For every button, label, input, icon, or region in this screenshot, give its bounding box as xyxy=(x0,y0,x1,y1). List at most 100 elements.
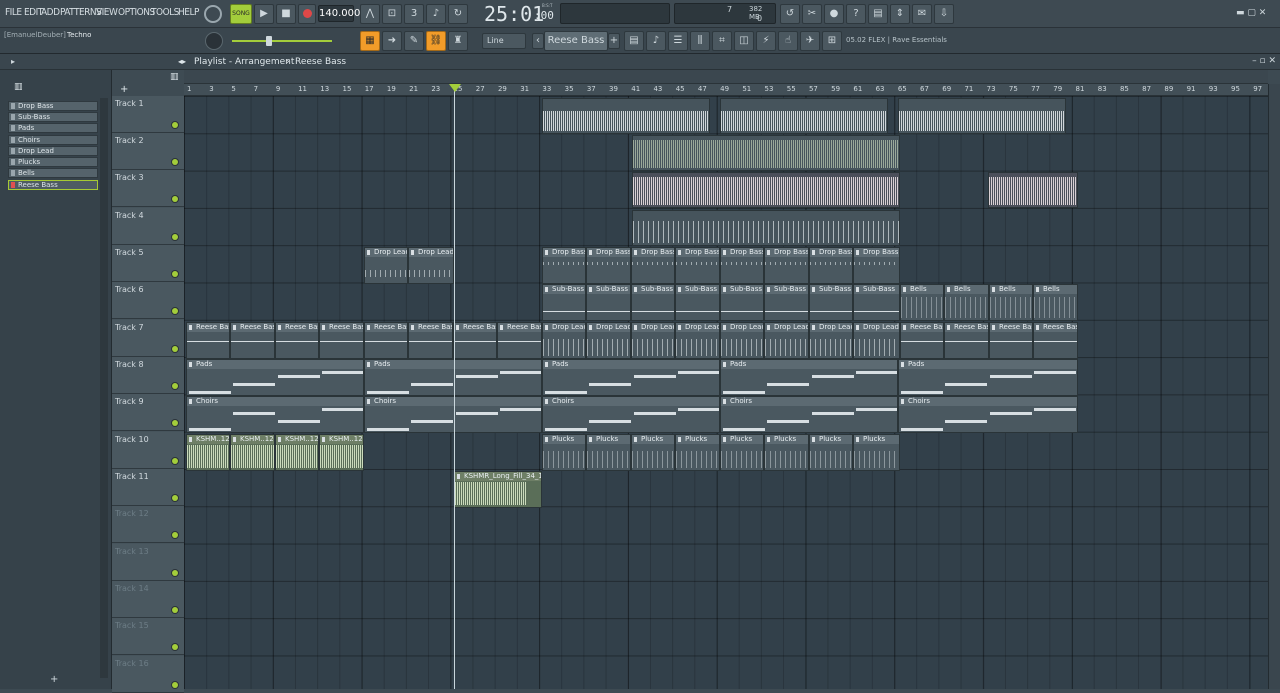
piano-roll-icon[interactable]: ▦ xyxy=(360,31,380,51)
piano-roll-window-icon[interactable]: ♪ xyxy=(646,31,666,51)
track-header[interactable]: Track 1 xyxy=(112,96,184,133)
stamp-icon[interactable]: ♜ xyxy=(448,31,468,51)
audio-clip[interactable]: KSHM..128 xyxy=(230,434,275,471)
pattern-clip[interactable]: Drop Lead xyxy=(764,322,809,359)
pattern-clip[interactable]: Drop Bass xyxy=(675,247,720,284)
track-mute-led[interactable] xyxy=(172,383,178,389)
pattern-clip[interactable]: Drop Bass xyxy=(764,247,809,284)
track-mute-led[interactable] xyxy=(172,644,178,650)
pattern-clip[interactable]: Reese Bass xyxy=(1033,322,1078,359)
song-time-display[interactable]: 25:01 :00 B:S:T xyxy=(484,2,554,26)
pattern-clip[interactable]: Sub-Bass xyxy=(586,284,631,321)
track-mute-led[interactable] xyxy=(172,122,178,128)
track-mute-led[interactable] xyxy=(172,682,178,688)
browser-menu-icon[interactable]: ▸ xyxy=(11,57,15,66)
pattern-clip[interactable]: Bells xyxy=(1033,284,1078,321)
pattern-clip[interactable]: Drop Lead xyxy=(408,247,454,284)
track-mute-led[interactable] xyxy=(172,159,178,165)
pattern-item[interactable]: Plucks xyxy=(8,157,98,167)
track-header[interactable]: Track 10 xyxy=(112,432,184,469)
menu-add[interactable]: ADD xyxy=(41,7,60,18)
pattern-clip[interactable]: Drop Bass xyxy=(586,247,631,284)
pencil-icon[interactable]: ✎ xyxy=(404,31,424,51)
browser-scrollbar[interactable] xyxy=(100,98,108,678)
pattern-clip[interactable]: Bells xyxy=(900,284,944,321)
audio-clip[interactable]: KSHM..128 xyxy=(186,434,230,471)
pattern-clip[interactable]: Drop Bass xyxy=(720,247,764,284)
playlist-grid[interactable]: Drop Lead Drop Lead Drop Bass Drop Bass … xyxy=(184,96,1268,689)
audio-clip[interactable] xyxy=(632,210,900,246)
browser-icon[interactable]: ⌗ xyxy=(712,31,732,51)
pattern-clip[interactable]: Sub-Bass xyxy=(720,284,764,321)
add-track-icon[interactable]: + xyxy=(120,84,128,95)
track-mute-led[interactable] xyxy=(172,196,178,202)
track-header[interactable]: Track 16 xyxy=(112,656,184,693)
pattern-prev-icon[interactable]: ‹ xyxy=(532,33,544,49)
track-mute-led[interactable] xyxy=(172,346,178,352)
pattern-clip[interactable]: Choirs xyxy=(720,396,898,433)
track-mute-led[interactable] xyxy=(172,271,178,277)
pattern-clip[interactable]: Sub-Bass xyxy=(809,284,853,321)
pattern-clip[interactable]: Drop Lead xyxy=(631,322,675,359)
countdown-icon[interactable]: 3 xyxy=(404,4,424,24)
play-button[interactable]: ▶ xyxy=(254,4,274,24)
pattern-clip[interactable]: Drop Bass xyxy=(542,247,586,284)
pattern-clip[interactable]: Choirs xyxy=(186,396,364,433)
pattern-clip[interactable]: Reese Bass xyxy=(186,322,230,359)
pattern-clip[interactable]: Sub-Bass xyxy=(764,284,809,321)
piano-icon[interactable]: ▥ xyxy=(170,72,179,82)
wrench-icon[interactable]: ✈ xyxy=(800,31,820,51)
track-header[interactable]: Track 11 xyxy=(112,469,184,506)
audio-clip[interactable]: KSHM..128 xyxy=(319,434,364,471)
pattern-clip[interactable]: Pads xyxy=(542,359,720,396)
pattern-item[interactable]: Sub-Bass xyxy=(8,112,98,122)
track-mute-led[interactable] xyxy=(172,458,178,464)
track-header[interactable]: Track 15 xyxy=(112,618,184,655)
pattern-clip[interactable]: Plucks xyxy=(542,434,586,471)
master-pitch-knob[interactable] xyxy=(205,32,223,50)
track-mute-led[interactable] xyxy=(172,234,178,240)
export-icon[interactable]: ⇩ xyxy=(934,4,954,24)
audio-clip[interactable]: KSHMR_Long_Fill_34_128 xyxy=(454,471,542,508)
audio-clip[interactable] xyxy=(632,135,900,171)
playlist-overview[interactable] xyxy=(184,70,1268,84)
pattern-clip[interactable]: Choirs xyxy=(542,396,720,433)
track-mute-led[interactable] xyxy=(172,532,178,538)
mic-icon[interactable]: ● xyxy=(824,4,844,24)
pattern-clip[interactable]: Plucks xyxy=(720,434,764,471)
audio-clip[interactable]: KSHM..128 xyxy=(275,434,319,471)
playlist-arrow-icon[interactable]: ◂▸ xyxy=(178,57,186,66)
pattern-clip[interactable]: Drop Lead xyxy=(809,322,853,359)
pattern-item[interactable]: Pads xyxy=(8,123,98,133)
pattern-clip[interactable]: Drop Bass xyxy=(853,247,900,284)
playlist-vertical-scrollbar[interactable] xyxy=(1268,84,1280,689)
pattern-clip[interactable]: Reese Bass xyxy=(944,322,989,359)
pattern-clip[interactable]: Reese Bass xyxy=(453,322,497,359)
pattern-clip[interactable]: Plucks xyxy=(853,434,900,471)
arrow-icon[interactable]: ➜ xyxy=(382,31,402,51)
pattern-clip[interactable]: Bells xyxy=(944,284,989,321)
touch-icon[interactable]: ☝ xyxy=(778,31,798,51)
menu-help[interactable]: HELP xyxy=(178,7,199,18)
link-icon[interactable]: ⛓ xyxy=(426,31,446,51)
pattern-clip[interactable]: Sub-Bass xyxy=(853,284,900,321)
pattern-clip[interactable]: Plucks xyxy=(809,434,853,471)
pattern-clip[interactable]: Choirs xyxy=(364,396,542,433)
pattern-clip[interactable]: Reese Bass xyxy=(900,322,944,359)
audio-clip[interactable] xyxy=(542,98,710,134)
wait-input-icon[interactable]: ⊡ xyxy=(382,4,402,24)
pattern-item[interactable]: Choirs xyxy=(8,135,98,145)
loop-record-icon[interactable]: ↻ xyxy=(448,4,468,24)
pattern-item[interactable]: Drop Bass xyxy=(8,101,98,111)
master-volume-handle[interactable] xyxy=(266,36,272,46)
track-mute-led[interactable] xyxy=(172,607,178,613)
help-icon[interactable]: ? xyxy=(846,4,866,24)
pattern-clip[interactable]: Drop Lead xyxy=(364,247,408,284)
pattern-clip[interactable]: Reese Bass xyxy=(319,322,364,359)
pattern-clip[interactable]: Reese Bass xyxy=(989,322,1033,359)
menu-options[interactable]: OPTIONS xyxy=(118,7,155,18)
pattern-clip[interactable]: Choirs xyxy=(898,396,1078,433)
track-header[interactable]: Track 13 xyxy=(112,544,184,581)
pattern-clip[interactable]: Bells xyxy=(989,284,1033,321)
record-button[interactable] xyxy=(298,4,316,24)
